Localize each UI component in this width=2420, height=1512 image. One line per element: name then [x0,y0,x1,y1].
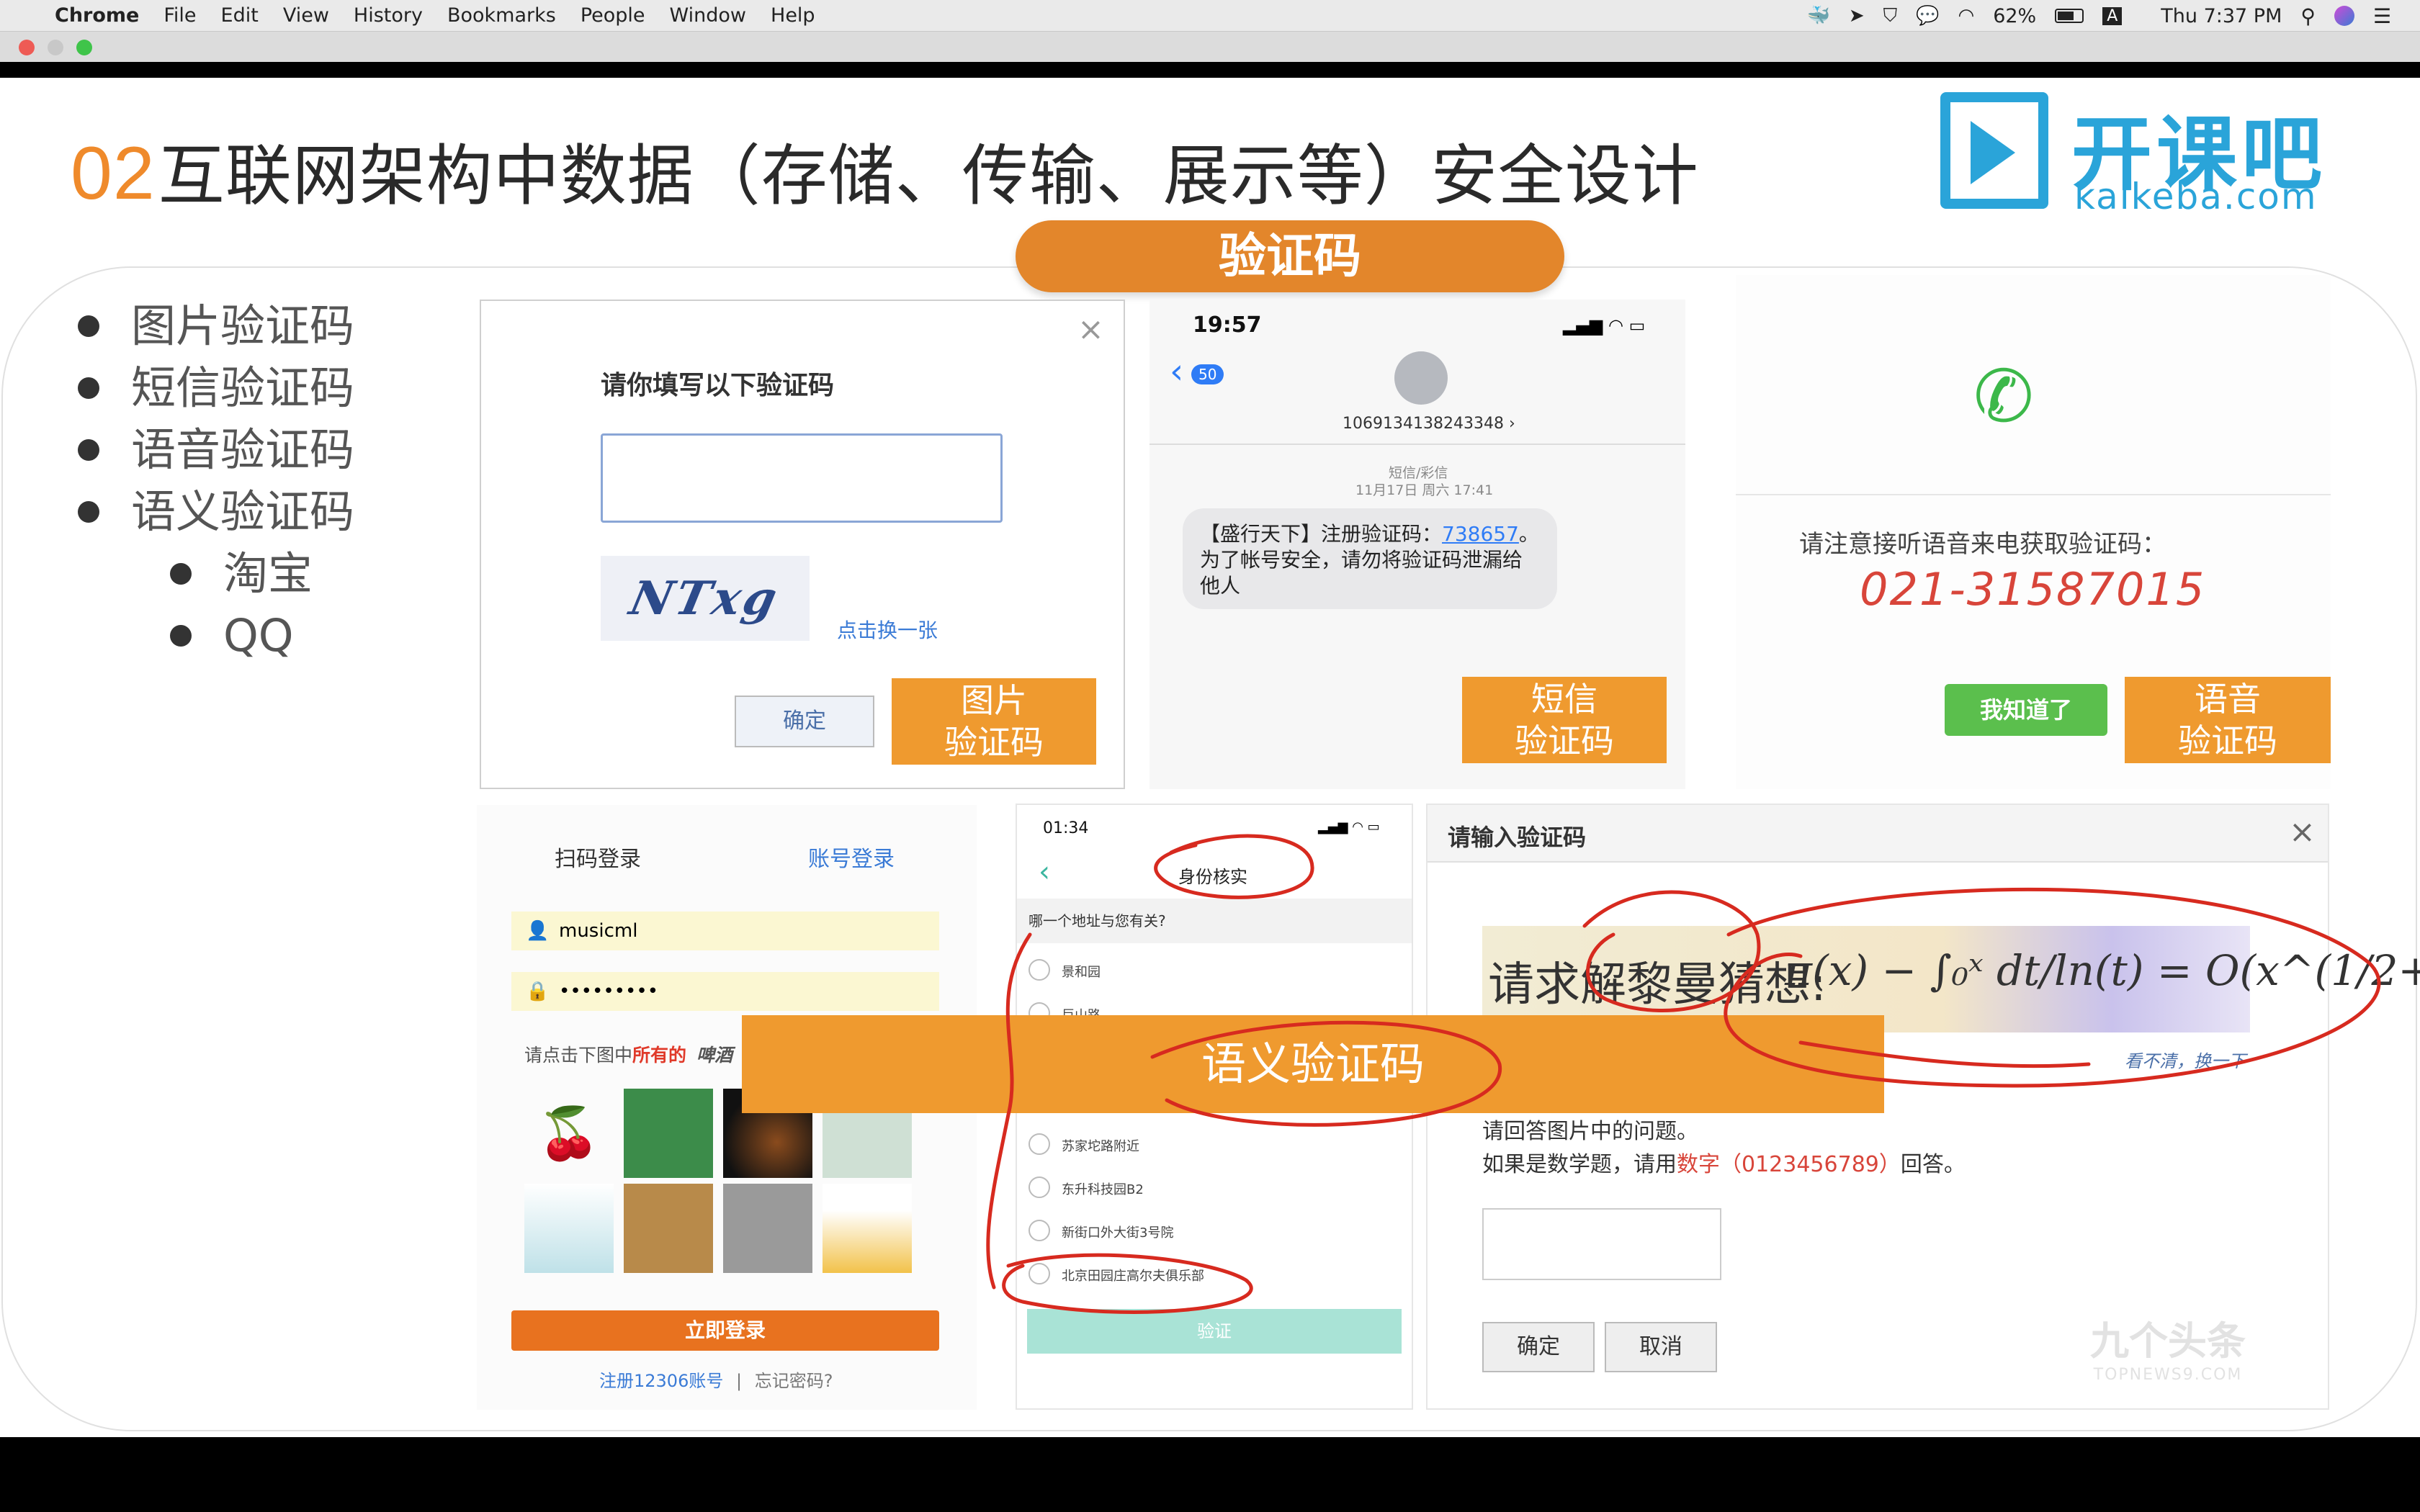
menu-bar: Chrome File Edit View History Bookmarks … [0,0,2420,32]
menu-app-chrome[interactable]: Chrome [55,4,139,27]
battery-percent: 62% [1993,4,2037,27]
menu-bookmarks[interactable]: Bookmarks [447,4,556,27]
bracket-options [986,932,1032,1290]
menu-help[interactable]: Help [771,4,815,27]
menu-history[interactable]: History [354,4,423,27]
wechat-icon[interactable]: 💬 [1916,5,1939,27]
spotlight-search-icon[interactable]: ⚲ [2300,4,2316,28]
wifi-icon[interactable]: ◠ [1958,5,1975,27]
notification-center-icon[interactable]: ☰ [2373,4,2391,28]
menu-edit[interactable]: Edit [221,4,259,27]
red-annotations [986,834,2381,1314]
minimize-window-button[interactable] [48,40,63,55]
close-window-button[interactable] [19,40,35,55]
siri-icon[interactable] [2334,6,2354,26]
shield-icon[interactable]: ⛉ [1883,5,1898,27]
menu-file[interactable]: File [163,4,196,27]
bottom-black-bar [0,1437,2420,1512]
circle-golf-option [1002,1253,1253,1314]
input-method-icon[interactable]: A [2102,6,2123,25]
maximize-window-button[interactable] [76,40,92,55]
send-icon[interactable]: ➤ [1849,5,1865,27]
menu-window[interactable]: Window [670,4,746,27]
clock[interactable]: Thu 7:37 PM [2161,5,2282,27]
slide: 02互联网架构中数据（存储、传输、展示等）安全设计 开课吧 kaikeba.co… [0,78,2420,1437]
underline-math [1798,1040,2091,1068]
circle-semantic-banner [1150,1020,1502,1127]
menu-people[interactable]: People [581,4,645,27]
circle-identity-title [1154,834,1314,899]
circle-math-right [1724,887,2381,1088]
menu-view[interactable]: View [283,4,329,27]
window-titlebar [0,32,2420,62]
docker-icon[interactable]: 🐳 [1806,5,1829,27]
battery-icon[interactable] [2055,9,2084,23]
